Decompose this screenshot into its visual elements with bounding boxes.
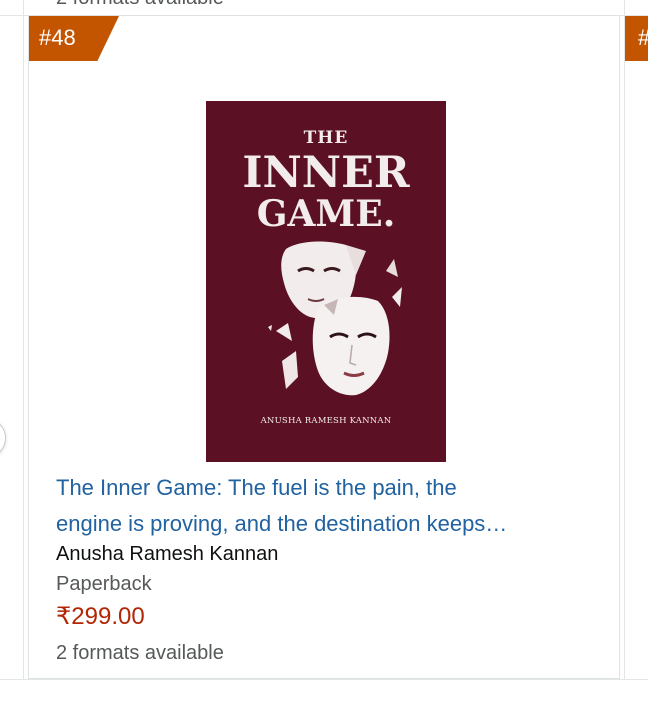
product-title-link[interactable]: The Inner Game: The fuel is the pain, th… bbox=[56, 470, 596, 542]
masks-illustration bbox=[268, 241, 402, 396]
product-author: Anusha Ramesh Kannan bbox=[56, 543, 279, 565]
next-rank-label: # bbox=[638, 25, 648, 51]
left-card-border bbox=[23, 0, 24, 680]
rank-label: #48 bbox=[39, 25, 76, 50]
formats-available-link[interactable]: 2 formats available bbox=[56, 642, 224, 665]
product-format: Paperback bbox=[56, 573, 152, 595]
cover-author: ANUSHA RAMESH KANNAN bbox=[260, 416, 392, 426]
product-title-line1[interactable]: The Inner Game: The fuel is the pain, th… bbox=[56, 470, 596, 506]
book-cover-image[interactable]: THE INNER GAME. ANUSHA RAMESH KANNAN bbox=[206, 101, 446, 462]
previous-card-formats[interactable]: 2 formats available bbox=[56, 0, 224, 10]
bottom-divider bbox=[0, 679, 648, 680]
next-card-rank-badge: # bbox=[625, 16, 648, 61]
product-title-line2[interactable]: engine is proving, and the destination k… bbox=[56, 506, 596, 542]
carousel-left-button[interactable] bbox=[0, 418, 6, 458]
right-card-border bbox=[624, 0, 625, 680]
product-price[interactable]: ₹299.00 bbox=[56, 602, 145, 631]
